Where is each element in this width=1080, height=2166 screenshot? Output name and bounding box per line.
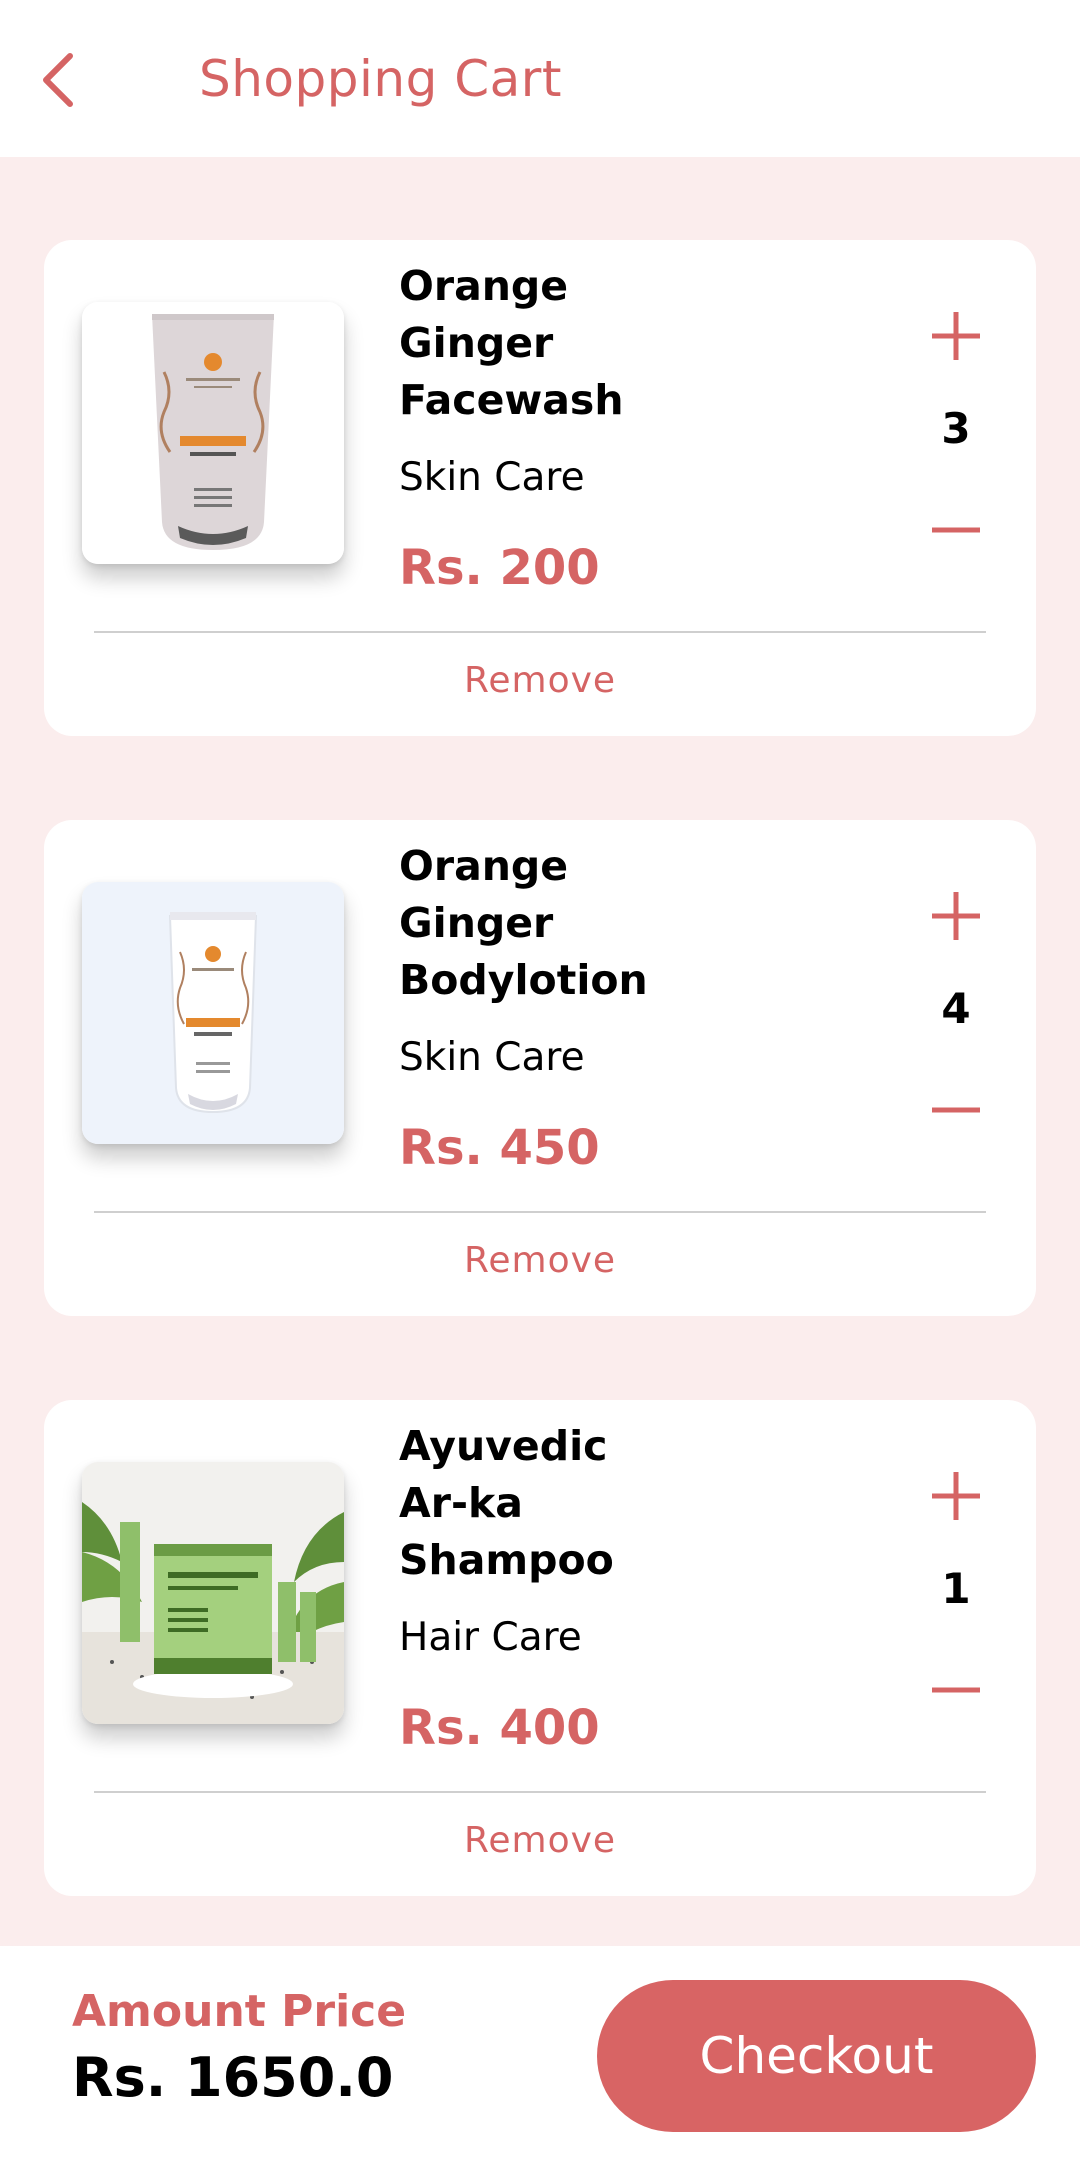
item-price: Rs. 400 <box>399 1700 600 1756</box>
remove-button[interactable]: Remove <box>44 1820 1036 1861</box>
amount-label: Amount Price <box>72 1986 407 2037</box>
amount-value: Rs. 1650.0 <box>72 2046 394 2109</box>
cart-item-card: Ayuvedic Ar-ka Shampoo Hair Care Rs. 400… <box>44 1400 1036 1896</box>
item-price: Rs. 200 <box>399 540 600 596</box>
plus-icon[interactable] <box>924 884 988 948</box>
quantity-value: 4 <box>941 984 971 1033</box>
page-title: Shopping Cart <box>199 50 562 108</box>
remove-button[interactable]: Remove <box>44 1240 1036 1281</box>
item-category: Skin Care <box>399 1035 585 1080</box>
minus-icon[interactable] <box>924 1078 988 1142</box>
plus-icon[interactable] <box>924 1464 988 1528</box>
item-category: Skin Care <box>399 455 585 500</box>
quantity-value: 1 <box>941 1564 971 1613</box>
divider <box>94 1211 986 1213</box>
shopping-cart-screen: Shopping Cart Orange Ginger Facewash Ski… <box>0 0 1080 2166</box>
shampoo-pack-image <box>82 1462 344 1724</box>
item-name: Orange Ginger Facewash <box>399 262 624 424</box>
checkout-bar: Amount Price Rs. 1650.0 Checkout <box>0 1946 1080 2166</box>
divider <box>94 1791 986 1793</box>
cart-item-card: Orange Ginger Bodylotion Skin Care Rs. 4… <box>44 820 1036 1316</box>
plus-icon[interactable] <box>924 304 988 368</box>
item-price: Rs. 450 <box>399 1120 600 1176</box>
body-lotion-tube-image <box>82 882 344 1144</box>
item-name: Ayuvedic Ar-ka Shampoo <box>399 1422 614 1584</box>
item-category: Hair Care <box>399 1615 582 1660</box>
chevron-left-icon[interactable] <box>36 50 86 110</box>
remove-button[interactable]: Remove <box>44 660 1036 701</box>
cart-item-card: Orange Ginger Facewash Skin Care Rs. 200… <box>44 240 1036 736</box>
divider <box>94 631 986 633</box>
quantity-value: 3 <box>941 404 971 453</box>
checkout-button[interactable]: Checkout <box>597 1980 1036 2132</box>
app-header: Shopping Cart <box>0 0 1080 157</box>
face-wash-tube-image <box>82 302 344 564</box>
minus-icon[interactable] <box>924 498 988 562</box>
item-name: Orange Ginger Bodylotion <box>399 842 648 1004</box>
minus-icon[interactable] <box>924 1658 988 1722</box>
